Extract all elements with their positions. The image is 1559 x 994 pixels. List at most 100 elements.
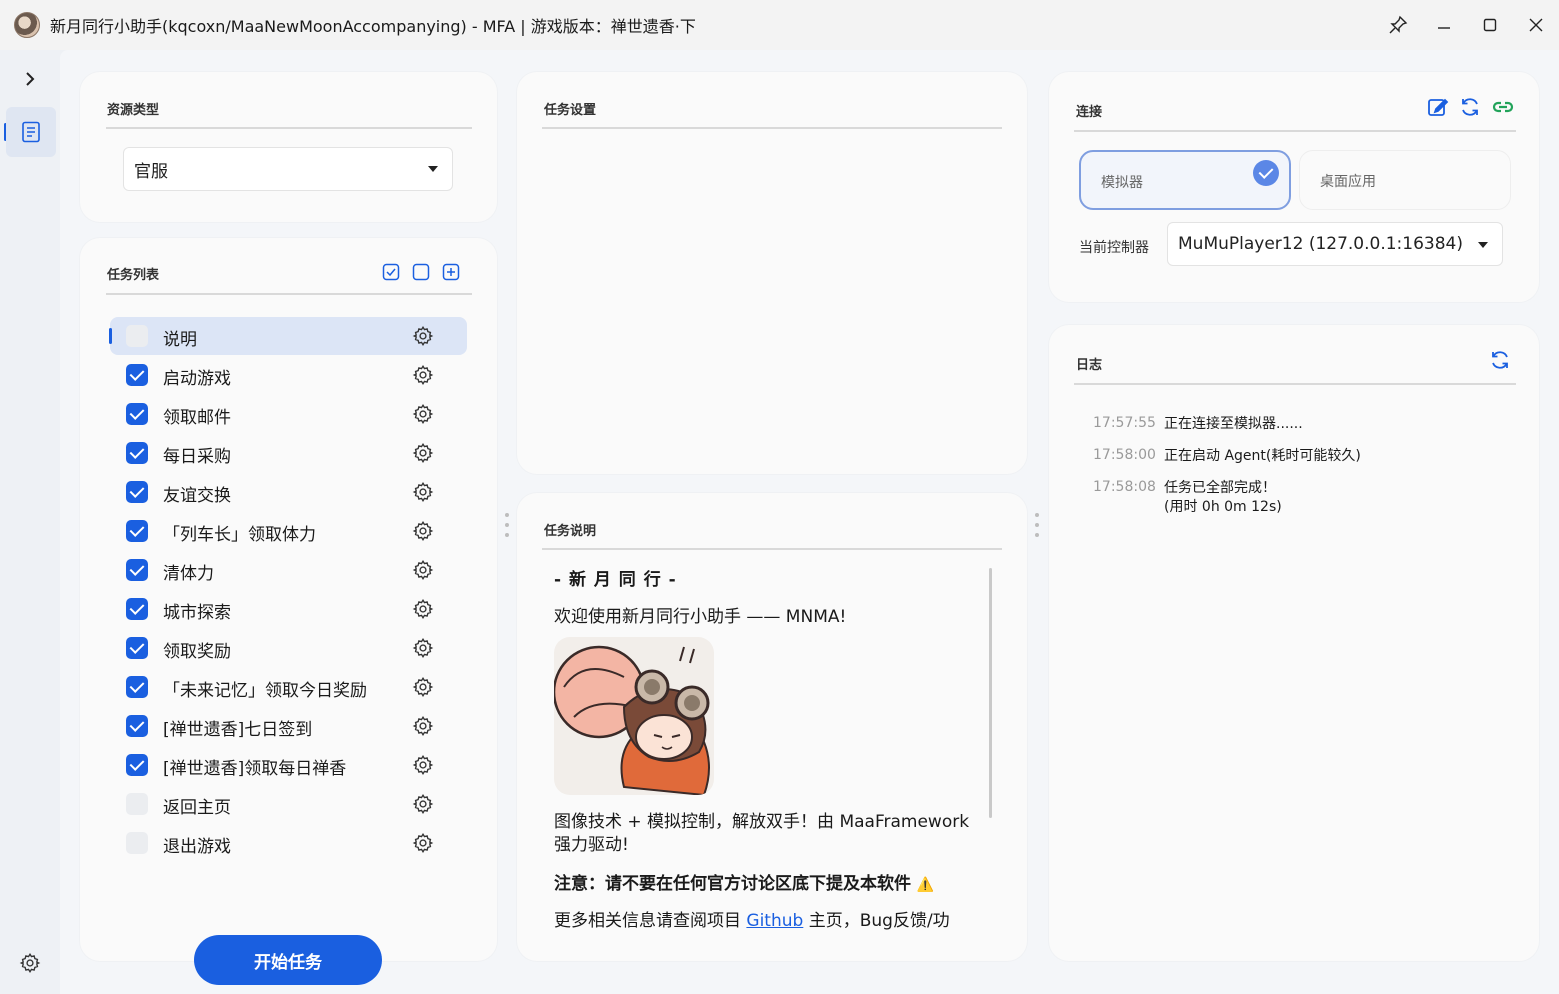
- add-task-button[interactable]: [441, 262, 461, 282]
- select-all-button[interactable]: [381, 262, 401, 282]
- pin-icon: [1389, 15, 1408, 34]
- task-desc-card: 任务说明 - 新 月 同 行 - 欢迎使用新月同行小助手 —— MNMA! 图像…: [517, 493, 1027, 961]
- task-label: 「列车长」领取体力: [163, 525, 316, 545]
- task-row[interactable]: 返回主页: [110, 785, 467, 823]
- emulator-option[interactable]: 模拟器: [1079, 150, 1291, 210]
- task-row[interactable]: 「未来记忆」领取今日奖励: [110, 668, 467, 706]
- gear-icon[interactable]: [412, 754, 434, 776]
- divider: [106, 127, 472, 129]
- desc-notice-text: 注意：请不要在任何官方讨论区底下提及本软件: [554, 874, 911, 894]
- task-checkbox[interactable]: [126, 637, 148, 659]
- desc-scrollbar[interactable]: [989, 568, 992, 818]
- minimize-button[interactable]: [1421, 0, 1467, 50]
- refresh-connection-button[interactable]: [1459, 96, 1481, 122]
- controller-select[interactable]: MuMuPlayer12 (127.0.0.1:16384): [1167, 222, 1503, 266]
- title-bar: 新月同行小助手(kqcoxn/MaaNewMoonAccompanying) -…: [0, 0, 1559, 50]
- gear-icon[interactable]: [412, 676, 434, 698]
- task-row[interactable]: 退出游戏: [110, 824, 467, 862]
- connect-toolbar: [1427, 96, 1515, 122]
- expand-nav-button[interactable]: [15, 64, 45, 94]
- task-checkbox[interactable]: [126, 481, 148, 503]
- close-button[interactable]: [1513, 0, 1559, 50]
- desc-more-prefix: 更多相关信息请查阅项目: [554, 911, 747, 931]
- task-checkbox[interactable]: [126, 559, 148, 581]
- column-splitter-right[interactable]: [1035, 513, 1039, 537]
- task-checkbox[interactable]: [126, 832, 148, 854]
- task-row[interactable]: 友谊交换: [110, 473, 467, 511]
- task-checkbox[interactable]: [126, 793, 148, 815]
- deselect-all-button[interactable]: [411, 262, 431, 282]
- task-checkbox[interactable]: [126, 442, 148, 464]
- window-title: 新月同行小助手(kqcoxn/MaaNewMoonAccompanying) -…: [50, 17, 696, 36]
- edit-icon: [1428, 98, 1449, 116]
- gear-icon[interactable]: [412, 442, 434, 464]
- github-link[interactable]: Github: [746, 911, 803, 931]
- task-row[interactable]: [禅世遗香]领取每日禅香: [110, 746, 467, 784]
- task-checkbox[interactable]: [126, 598, 148, 620]
- task-checkbox[interactable]: [126, 676, 148, 698]
- task-row[interactable]: 说明: [109, 317, 467, 355]
- desc-more-suffix: 主页，Bug反馈/功: [803, 911, 950, 931]
- resource-select-value: 官服: [134, 161, 168, 182]
- nav-settings-button[interactable]: [15, 948, 45, 978]
- task-row[interactable]: 「列车长」领取体力: [110, 512, 467, 550]
- task-row[interactable]: 每日采购: [110, 434, 467, 472]
- refresh-icon: [1462, 98, 1478, 116]
- edit-connection-button[interactable]: [1427, 96, 1449, 122]
- start-task-button[interactable]: 开始任务: [194, 935, 382, 985]
- task-row[interactable]: [禅世遗香]七日签到: [110, 707, 467, 745]
- task-settings-title: 任务设置: [544, 103, 597, 118]
- nav-item-tasks[interactable]: [6, 107, 56, 157]
- task-row[interactable]: 启动游戏: [110, 356, 467, 394]
- gear-icon[interactable]: [412, 598, 434, 620]
- warning-icon: ⚠️: [916, 877, 935, 893]
- resource-select[interactable]: 官服: [123, 147, 453, 191]
- gear-icon[interactable]: [412, 403, 434, 425]
- clear-log-button[interactable]: [1489, 349, 1511, 375]
- desktop-app-option[interactable]: 桌面应用: [1299, 150, 1511, 210]
- connect-card: 连接 模拟器 桌面应用 当前控制器 MuMuPlayer12 (127.0.0.…: [1049, 72, 1539, 302]
- task-checkbox[interactable]: [126, 715, 148, 737]
- mascot-image: [554, 637, 714, 795]
- divider: [106, 293, 472, 295]
- gear-icon[interactable]: [412, 481, 434, 503]
- pin-button[interactable]: [1375, 0, 1421, 50]
- connect-button[interactable]: [1491, 96, 1515, 122]
- desktop-app-option-label: 桌面应用: [1320, 174, 1376, 190]
- gear-icon: [19, 953, 41, 973]
- task-row[interactable]: 领取奖励: [110, 629, 467, 667]
- task-checkbox[interactable]: [126, 364, 148, 386]
- task-row[interactable]: 城市探索: [110, 590, 467, 628]
- gear-icon[interactable]: [412, 325, 434, 347]
- task-label: [禅世遗香]七日签到: [163, 720, 313, 740]
- task-row[interactable]: 清体力: [110, 551, 467, 589]
- gear-icon[interactable]: [412, 793, 434, 815]
- task-checkbox[interactable]: [126, 403, 148, 425]
- log-card: 日志 17:57:55 正在连接至模拟器...... 17:58:00 正在启动…: [1049, 325, 1539, 961]
- gear-icon[interactable]: [412, 364, 434, 386]
- task-checkbox[interactable]: [126, 754, 148, 776]
- gear-icon[interactable]: [412, 832, 434, 854]
- link-icon: [1492, 101, 1514, 113]
- column-splitter-left[interactable]: [505, 513, 509, 537]
- log-message: 正在启动 Agent(耗时可能较久): [1164, 448, 1361, 464]
- caret-down-icon: [1478, 242, 1488, 248]
- task-checkbox[interactable]: [126, 325, 148, 347]
- mascot-illustration: [554, 637, 714, 795]
- task-desc-title: 任务说明: [544, 524, 597, 539]
- log-title: 日志: [1076, 358, 1103, 373]
- gear-icon[interactable]: [412, 637, 434, 659]
- nav-rail: [0, 50, 60, 994]
- task-list-title: 任务列表: [107, 268, 160, 283]
- selection-marker: [109, 328, 112, 344]
- task-row[interactable]: 领取邮件: [110, 395, 467, 433]
- gear-icon[interactable]: [412, 715, 434, 737]
- gear-icon[interactable]: [412, 559, 434, 581]
- task-list-card: 任务列表 说明 启动游戏领取邮件每日采购 友谊交换「列车长」领取体力清体力 城市探索领…: [80, 238, 497, 961]
- maximize-button[interactable]: [1467, 0, 1513, 50]
- task-list-toolbar: [381, 262, 461, 282]
- plus-square-icon: [442, 263, 460, 281]
- task-label: 领取邮件: [163, 408, 231, 428]
- task-checkbox[interactable]: [126, 520, 148, 542]
- gear-icon[interactable]: [412, 520, 434, 542]
